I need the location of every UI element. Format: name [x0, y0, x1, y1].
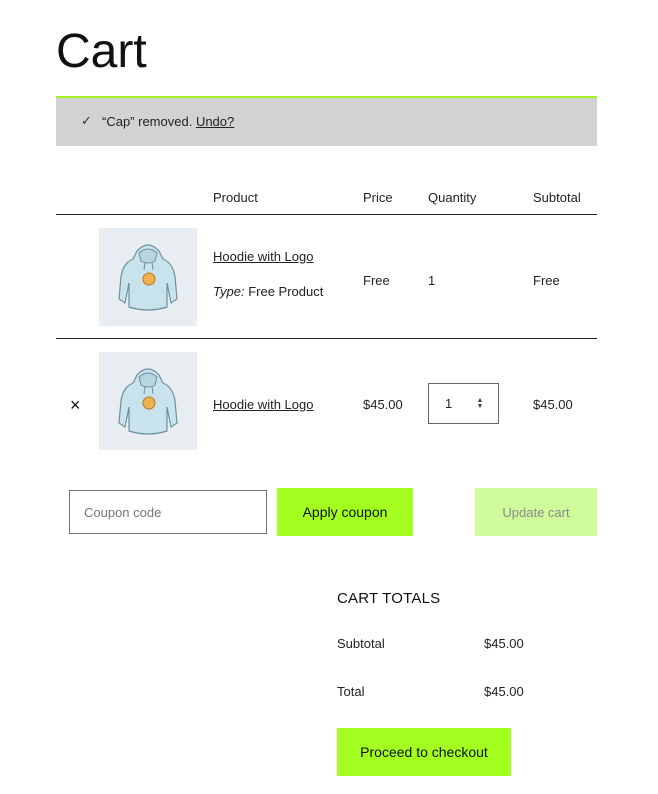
row-divider: [56, 338, 597, 339]
header-divider: [56, 214, 597, 215]
total-value: $45.00: [484, 684, 524, 699]
variation-value: Free Product: [248, 284, 324, 299]
cart-row: Hoodie with Logo Type: Free Product Free…: [56, 228, 597, 326]
update-cart-button[interactable]: Update cart: [475, 488, 597, 536]
item-price: $45.00: [363, 397, 403, 412]
spinner-arrows-icon[interactable]: ▲ ▼: [475, 397, 485, 411]
checkout-button[interactable]: Proceed to checkout: [337, 728, 511, 776]
remove-item-icon[interactable]: ×: [70, 396, 81, 414]
undo-link[interactable]: Undo?: [196, 114, 234, 129]
header-quantity: Quantity: [428, 190, 477, 205]
total-label: Total: [337, 684, 365, 699]
header-price: Price: [363, 190, 393, 205]
header-subtotal: Subtotal: [533, 190, 581, 205]
product-link[interactable]: Hoodie with Logo: [213, 397, 313, 413]
hoodie-image: [118, 368, 178, 435]
header-product: Product: [213, 190, 258, 205]
quantity-value[interactable]: 1: [445, 396, 465, 411]
coupon-input[interactable]: [69, 490, 267, 534]
cart-row: × Hoodie with Logo $45.00 1 ▲ ▼ $45.00: [56, 352, 597, 450]
product-link[interactable]: Hoodie with Logo: [213, 249, 313, 265]
removed-notice: ✓ “Cap” removed. Undo?: [56, 96, 597, 146]
check-icon: ✓: [81, 113, 92, 128]
subtotal-label: Subtotal: [337, 636, 385, 651]
page-title: Cart: [56, 25, 147, 78]
item-price: Free: [363, 273, 390, 288]
notice-message: “Cap” removed. Undo?: [102, 114, 234, 130]
variation-label: Type:: [213, 284, 245, 299]
item-subtotal: $45.00: [533, 397, 573, 412]
notice-text: “Cap” removed.: [102, 114, 193, 129]
item-subtotal: Free: [533, 273, 560, 288]
quantity-stepper[interactable]: 1 ▲ ▼: [428, 383, 499, 424]
apply-coupon-button[interactable]: Apply coupon: [277, 488, 413, 536]
product-thumbnail[interactable]: [99, 352, 197, 450]
hoodie-image: [118, 244, 178, 311]
item-quantity: 1: [428, 273, 436, 288]
subtotal-value: $45.00: [484, 636, 524, 651]
product-thumbnail[interactable]: [99, 228, 197, 326]
cart-totals-title: CART TOTALS: [337, 590, 441, 607]
product-variation: Type: Free Product: [213, 284, 323, 300]
